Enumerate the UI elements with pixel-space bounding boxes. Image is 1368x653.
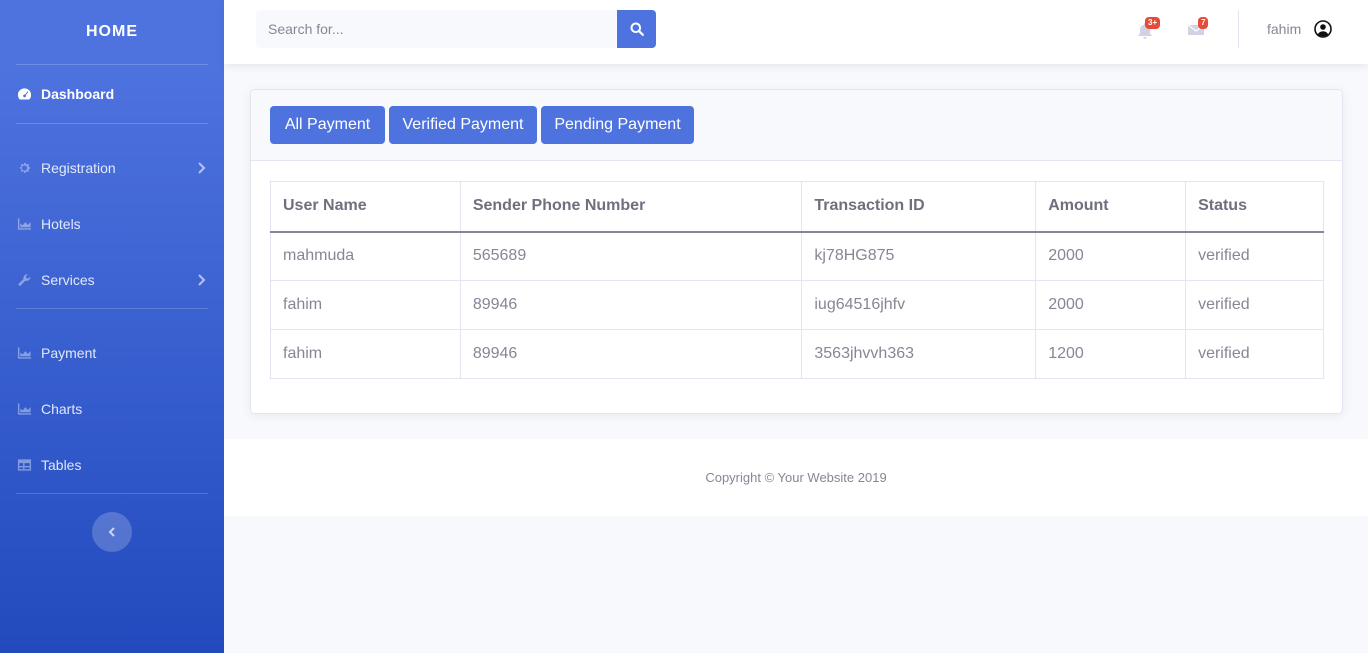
sidebar-item-payment[interactable]: Payment — [0, 325, 224, 381]
sidebar-toggle-button[interactable] — [92, 512, 132, 552]
sidebar-item-hotels[interactable]: Hotels — [0, 196, 224, 252]
all-payment-button[interactable]: All Payment — [270, 106, 385, 144]
table-cell: mahmuda — [270, 231, 461, 281]
area-chart-icon — [16, 402, 33, 416]
sidebar-item-services[interactable]: Services — [0, 252, 224, 308]
chevron-left-icon — [108, 527, 115, 537]
table-row: fahim 89946 3563jhvvh363 1200 verified — [270, 329, 1324, 379]
messages-badge: 7 — [1198, 17, 1209, 29]
copyright-text: Copyright © Your Website 2019 — [705, 470, 887, 485]
sidebar-item-tables[interactable]: Tables — [0, 437, 224, 493]
column-header: User Name — [270, 181, 461, 233]
table-row: fahim 89946 iug64516jhfv 2000 verified — [270, 280, 1324, 330]
table-cell: fahim — [270, 329, 461, 379]
table-cell: fahim — [270, 280, 461, 330]
table-cell: iug64516jhfv — [801, 280, 1037, 330]
search-bar — [256, 10, 656, 48]
sidebar-brand[interactable]: HOME — [0, 0, 224, 64]
table-cell: 3563jhvvh363 — [801, 329, 1037, 379]
sidebar-divider — [16, 493, 208, 494]
payment-card: All Payment Verified Payment Pending Pay… — [250, 89, 1343, 414]
table-cell: 89946 — [459, 329, 803, 379]
alerts-button[interactable]: 3+ — [1135, 17, 1161, 40]
sidebar-item-dashboard[interactable]: Dashboard — [0, 65, 224, 123]
sidebar-item-label: Payment — [41, 345, 97, 361]
alerts-badge: 3+ — [1145, 17, 1161, 29]
area-chart-icon — [16, 217, 33, 231]
table-cell: 1200 — [1035, 329, 1187, 379]
chevron-right-icon — [198, 274, 206, 286]
table-cell: 565689 — [459, 231, 803, 281]
topbar-divider — [1238, 10, 1239, 48]
sidebar-item-label: Charts — [41, 401, 83, 417]
column-header: Amount — [1035, 181, 1187, 233]
chevron-right-icon — [198, 162, 206, 174]
table-cell: 89946 — [459, 280, 803, 330]
messages-button[interactable]: 7 — [1186, 17, 1209, 40]
column-header: Status — [1185, 181, 1324, 233]
table-cell: verified — [1185, 280, 1324, 330]
sidebar-item-label: Registration — [41, 160, 116, 176]
table-cell: verified — [1185, 329, 1324, 379]
table-cell: verified — [1185, 231, 1324, 281]
sidebar-item-label: Dashboard — [41, 86, 115, 102]
sidebar-item-label: Services — [41, 272, 95, 288]
footer: Copyright © Your Website 2019 — [224, 439, 1368, 516]
table-cell: kj78HG875 — [801, 231, 1037, 281]
area-chart-icon — [16, 346, 33, 360]
table-icon — [16, 458, 33, 472]
sidebar: HOME Dashboard Registration Hotels Servi… — [0, 0, 224, 653]
table-header-row: User Name Sender Phone Number Transactio… — [270, 181, 1324, 233]
table-row: mahmuda 565689 kj78HG875 2000 verified — [270, 231, 1324, 281]
search-icon — [630, 22, 644, 36]
payment-card-header: All Payment Verified Payment Pending Pay… — [251, 90, 1342, 161]
dashboard-icon — [16, 87, 33, 101]
verified-payment-button[interactable]: Verified Payment — [389, 106, 537, 144]
sidebar-item-label: Tables — [41, 457, 82, 473]
table-cell: 2000 — [1035, 231, 1187, 281]
gear-icon — [16, 161, 33, 175]
user-name[interactable]: fahim — [1267, 21, 1301, 37]
sidebar-item-registration[interactable]: Registration — [0, 140, 224, 196]
wrench-icon — [16, 273, 33, 287]
column-header: Sender Phone Number — [459, 181, 803, 233]
search-button[interactable] — [617, 10, 656, 48]
sidebar-item-label: Hotels — [41, 216, 81, 232]
column-header: Transaction ID — [801, 181, 1037, 233]
search-input[interactable] — [256, 10, 617, 48]
pending-payment-button[interactable]: Pending Payment — [541, 106, 694, 144]
topbar: 3+ 7 fahim — [224, 0, 1368, 64]
sidebar-item-charts[interactable]: Charts — [0, 381, 224, 437]
table-cell: 2000 — [1035, 280, 1187, 330]
payment-table: User Name Sender Phone Number Transactio… — [270, 181, 1324, 379]
user-circle-icon[interactable] — [1314, 20, 1332, 38]
